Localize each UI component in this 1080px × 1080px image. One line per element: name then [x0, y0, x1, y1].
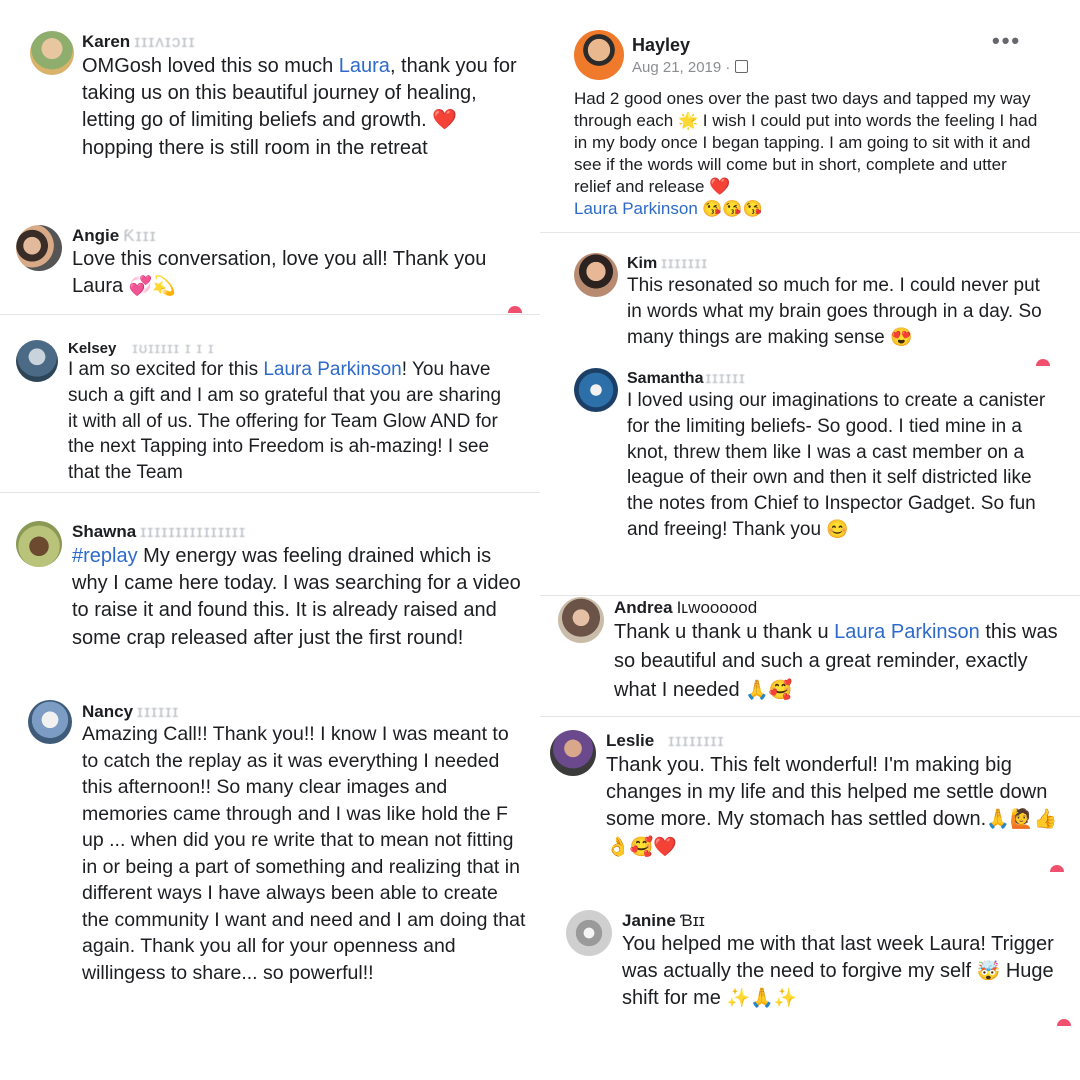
comment-text: Love this conversation, love you all! Th…	[72, 248, 487, 298]
commenter-name[interactable]: Kelsey ɪʊɪɪɪɪɪ ɪ ɪ ɪ	[68, 340, 214, 357]
commenter-name[interactable]: Shawna ɪɪɪɪɪɪɪɪɪɪɪɪɪɪɪ	[72, 522, 246, 542]
comment-text: You helped me with that last week Laura!…	[622, 933, 1054, 1010]
divider	[0, 314, 540, 315]
commenter-name[interactable]: Samantha ɪɪɪɪɪɪ	[627, 370, 746, 388]
reaction-indicator	[1036, 359, 1050, 366]
reaction-indicator	[1050, 865, 1064, 872]
divider	[540, 595, 1080, 596]
avatar[interactable]	[574, 30, 624, 80]
more-options-icon[interactable]: •••	[992, 28, 1021, 54]
post-date[interactable]: Aug 21, 2019 ·	[632, 59, 748, 76]
commenter-name[interactable]: Leslie ɪɪɪɪɪɪɪɪ	[606, 731, 725, 751]
poster-name[interactable]: Hayley	[632, 35, 690, 56]
comment-text: #replay My energy was feeling drained wh…	[72, 545, 521, 649]
avatar[interactable]	[28, 700, 72, 744]
avatar[interactable]	[558, 597, 604, 643]
commenter-name[interactable]: Angie Ƙɪɪɪ	[72, 226, 157, 246]
reaction-indicator	[1057, 1019, 1071, 1026]
mention-link[interactable]: Laura	[339, 55, 390, 77]
reaction-indicator	[508, 306, 522, 313]
comment-text: I loved using our imaginations to create…	[627, 390, 1046, 541]
avatar[interactable]	[574, 253, 618, 297]
avatar[interactable]	[16, 521, 62, 567]
hashtag-link[interactable]: #replay	[72, 545, 138, 567]
comment-text: Amazing Call!! Thank you!! I know I was …	[82, 723, 526, 984]
divider	[540, 716, 1080, 717]
avatar[interactable]	[550, 730, 596, 776]
mention-link[interactable]: Laura Parkinson	[574, 199, 698, 218]
commenter-name[interactable]: Nancy ɪɪɪɪɪɪ	[82, 702, 179, 722]
avatar[interactable]	[566, 910, 612, 956]
comment-text: This resonated so much for me. I could n…	[627, 275, 1042, 348]
comment-text: Thank u thank u thank u Laura Parkinson …	[614, 621, 1058, 701]
avatar[interactable]	[16, 340, 58, 382]
avatar[interactable]	[30, 31, 74, 75]
comment-text: I am so excited for this Laura Parkinson…	[68, 359, 502, 484]
post-text: Had 2 good ones over the past two days a…	[574, 89, 1038, 219]
mention-link[interactable]: Laura Parkinson	[834, 621, 980, 643]
commenter-name[interactable]: Karen ɪɪɪʌɪɔɪɪ	[82, 32, 196, 52]
commenter-name[interactable]: Kim ɪɪɪɪɪɪɪ	[627, 255, 708, 273]
commenter-name[interactable]: Andrea Iʟwoooood	[614, 598, 757, 618]
comment-text: OMGosh loved this so much Laura, thank y…	[82, 55, 517, 159]
comment-text: Thank you. This felt wonderful! I'm maki…	[606, 754, 1058, 858]
avatar[interactable]	[574, 368, 618, 412]
commenter-name[interactable]: Janine Ɓɪɪ	[622, 911, 705, 931]
divider	[540, 232, 1080, 233]
group-privacy-icon	[734, 60, 748, 73]
mention-link[interactable]: Laura Parkinson	[263, 359, 401, 380]
avatar[interactable]	[16, 225, 62, 271]
divider	[0, 492, 540, 493]
